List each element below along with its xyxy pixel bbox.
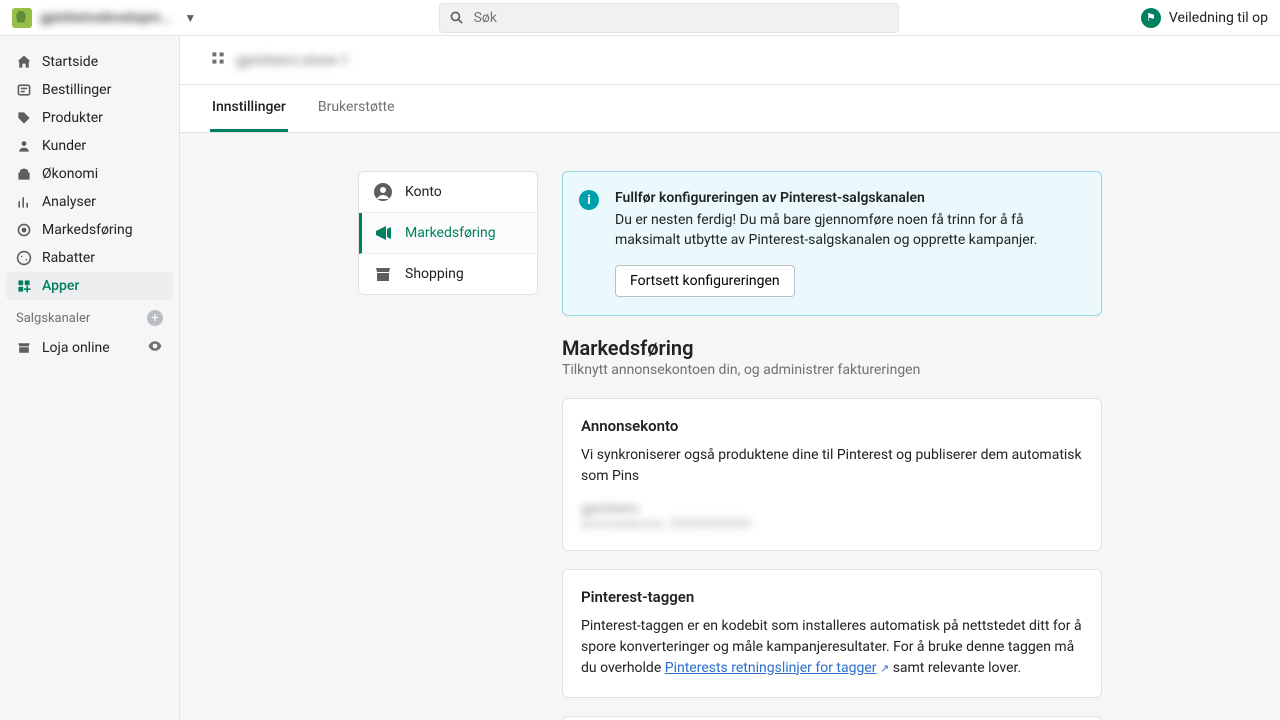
sidebar-item-bestillinger[interactable]: Bestillinger (6, 76, 173, 104)
megaphone-icon (373, 223, 393, 243)
banner-body: Du er nesten ferdig! Du må bare gjennomf… (615, 210, 1083, 251)
online-store-icon (16, 340, 32, 356)
ad-account-id: annonsekonto: XXXXXXXXXX (581, 517, 1083, 532)
info-banner: i Fullfør konfigureringen av Pinterest-s… (562, 171, 1102, 316)
main: gpinheiro-store-1 Innstillinger Brukerst… (180, 36, 1280, 720)
orders-icon (16, 82, 32, 98)
discounts-icon (16, 250, 32, 266)
sidebar-item-okonomi[interactable]: Økonomi (6, 160, 173, 188)
finances-icon (16, 166, 32, 182)
info-icon: i (579, 190, 599, 210)
sidebar-item-produkter[interactable]: Produkter (6, 104, 173, 132)
marketing-icon (16, 222, 32, 238)
topbar: gpinheirodevelopm... ▼ ⚑ Veiledning til … (0, 0, 1280, 36)
ad-account-name: gpinheiro (581, 501, 1083, 517)
guide-label[interactable]: Veiledning til op (1169, 10, 1268, 26)
sidebar-item-kunder[interactable]: Kunder (6, 132, 173, 160)
settings-nav-shopping[interactable]: Shopping (359, 254, 537, 294)
breadcrumb-store: gpinheiro-store-1 (236, 51, 349, 69)
sidebar-item-apper[interactable]: Apper (6, 272, 173, 300)
sidebar-item-analyser[interactable]: Analyser (6, 188, 173, 216)
banner-title: Fullfør konfigureringen av Pinterest-sal… (615, 190, 1083, 206)
apps-grid-icon[interactable] (210, 50, 226, 70)
sidebar-channels-heading: Salgskanaler + (6, 300, 173, 332)
tab-innstillinger[interactable]: Innstillinger (210, 85, 288, 132)
ad-account-body: Vi synkroniserer også produktene dine ti… (581, 445, 1083, 487)
sidebar: Startside Bestillinger Produkter Kunder … (0, 36, 180, 720)
ad-account-title: Annonsekonto (581, 417, 1083, 435)
pinterest-tag-body: Pinterest-taggen er en kodebit som insta… (581, 616, 1083, 679)
pinterest-tag-title: Pinterest-taggen (581, 588, 1083, 606)
tag-guidelines-link[interactable]: Pinterests retningslinjer for tagger (665, 660, 877, 676)
terms-card: Vilkår (562, 716, 1102, 720)
products-icon (16, 110, 32, 126)
guide-flag-icon[interactable]: ⚑ (1141, 8, 1161, 28)
home-icon (16, 54, 32, 70)
preview-eye-icon[interactable] (147, 338, 163, 358)
sidebar-item-markedsforing[interactable]: Markedsføring (6, 216, 173, 244)
continue-config-button[interactable]: Fortsett konfigureringen (615, 265, 795, 297)
external-link-icon: ↗ (880, 662, 889, 675)
sidebar-channel-loja-online[interactable]: Loja online (6, 332, 173, 364)
search-input[interactable] (439, 3, 899, 33)
tabs: Innstillinger Brukerstøtte (180, 85, 1280, 133)
analytics-icon (16, 194, 32, 210)
settings-nav-markedsforing[interactable]: Markedsføring (359, 213, 537, 254)
shopify-logo-icon (12, 8, 32, 28)
section-subtitle: Tilknytt annonsekontoen din, og administ… (562, 362, 1102, 378)
store-name: gpinheirodevelopm... (40, 10, 172, 26)
settings-nav-konto[interactable]: Konto (359, 172, 537, 213)
search-wrap (439, 3, 899, 33)
settings-nav: Konto Markedsføring Shopping (358, 171, 538, 295)
ad-account-card: Annonsekonto Vi synkroniserer også produ… (562, 398, 1102, 551)
sidebar-item-startside[interactable]: Startside (6, 48, 173, 76)
tab-brukerstotte[interactable]: Brukerstøtte (316, 85, 397, 132)
chevron-down-icon: ▼ (184, 11, 196, 25)
apps-icon (16, 278, 32, 294)
breadcrumb: gpinheiro-store-1 (180, 36, 1280, 85)
shopping-icon (373, 264, 393, 284)
topbar-right: ⚑ Veiledning til op (1141, 8, 1268, 28)
search-icon (449, 10, 465, 30)
customers-icon (16, 138, 32, 154)
add-channel-icon[interactable]: + (147, 310, 163, 326)
account-icon (373, 182, 393, 202)
section-heading: Markedsføring (562, 336, 1102, 360)
sidebar-item-rabatter[interactable]: Rabatter (6, 244, 173, 272)
pinterest-tag-card: Pinterest-taggen Pinterest-taggen er en … (562, 569, 1102, 698)
store-switcher[interactable]: gpinheirodevelopm... ▼ (12, 8, 196, 28)
